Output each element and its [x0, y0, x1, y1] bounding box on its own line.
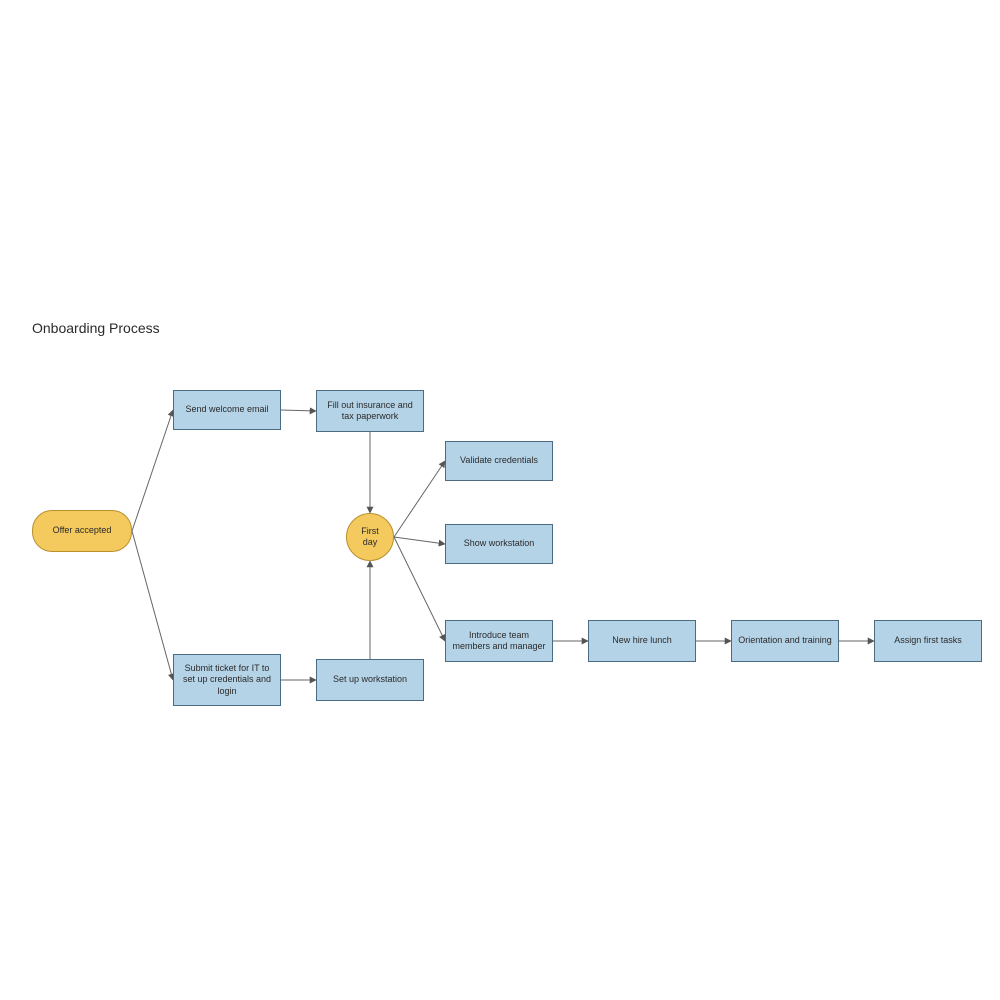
edge-offer-to-ticket: [132, 531, 173, 680]
node-set-up-workstation: Set up workstation: [316, 659, 424, 701]
node-label: Set up workstation: [333, 674, 407, 685]
node-label: Validate credentials: [460, 455, 538, 466]
node-show-workstation: Show workstation: [445, 524, 553, 564]
edge-offer-to-welcome: [132, 410, 173, 531]
node-offer-accepted: Offer accepted: [32, 510, 132, 552]
node-first-day: First day: [346, 513, 394, 561]
node-validate-credentials: Validate credentials: [445, 441, 553, 481]
diagram-canvas: Onboarding Process Offer accepted Send w…: [0, 0, 1000, 1000]
node-label: Introduce team members and manager: [452, 630, 546, 653]
node-introduce-team: Introduce team members and manager: [445, 620, 553, 662]
node-new-hire-lunch: New hire lunch: [588, 620, 696, 662]
edge-firstday-to-introduce: [394, 537, 445, 641]
node-label: Send welcome email: [185, 404, 268, 415]
edge-welcome-to-paperwork: [281, 410, 316, 411]
node-label: Orientation and training: [738, 635, 832, 646]
node-label: Show workstation: [464, 538, 535, 549]
edge-firstday-to-showws: [394, 537, 445, 544]
edges-layer: [0, 0, 1000, 1000]
node-label: Submit ticket for IT to set up credentia…: [180, 663, 274, 697]
node-label: First day: [353, 526, 387, 549]
node-send-welcome-email: Send welcome email: [173, 390, 281, 430]
diagram-title: Onboarding Process: [32, 320, 160, 336]
node-assign-first-tasks: Assign first tasks: [874, 620, 982, 662]
node-label: Offer accepted: [53, 525, 112, 536]
node-fill-paperwork: Fill out insurance and tax paperwork: [316, 390, 424, 432]
edge-firstday-to-validate: [394, 461, 445, 537]
node-label: Fill out insurance and tax paperwork: [323, 400, 417, 423]
node-submit-it-ticket: Submit ticket for IT to set up credentia…: [173, 654, 281, 706]
node-label: Assign first tasks: [894, 635, 962, 646]
node-label: New hire lunch: [612, 635, 672, 646]
node-orientation-training: Orientation and training: [731, 620, 839, 662]
